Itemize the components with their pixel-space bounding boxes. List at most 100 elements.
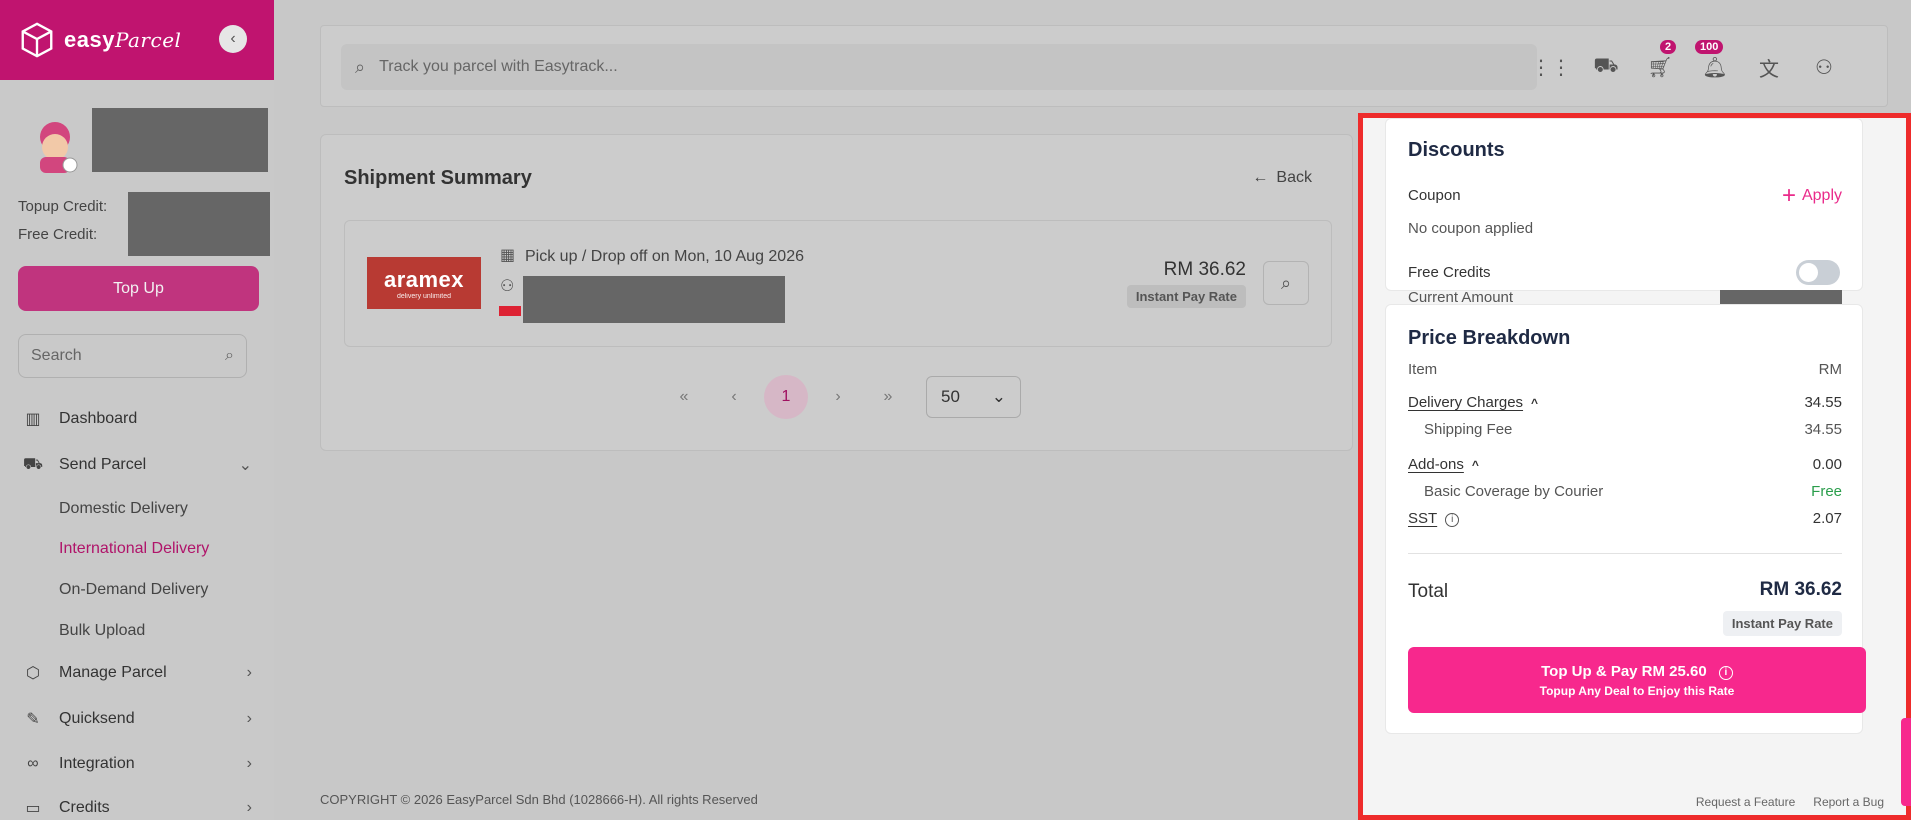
brand-header: easyParcel ‹ [0, 0, 274, 80]
sidebar-subitem-domestic-delivery[interactable]: Domestic Delivery [59, 500, 188, 518]
instant-pay-rate-badge: Instant Pay Rate [1126, 285, 1246, 308]
shipment-summary-card: Shipment Summary ← Back aramex delivery … [320, 134, 1353, 451]
sst-value: 2.07 [1812, 510, 1842, 527]
first-page-button[interactable]: « [664, 375, 704, 419]
top-up-button[interactable]: Top Up [18, 266, 259, 311]
basic-coverage-value: Free [1811, 483, 1842, 500]
top-bar: ⌕ Track you parcel with Easytrack... ⋮⋮ … [320, 25, 1888, 107]
search-icon: ⌕ [225, 347, 234, 364]
coupon-label: Coupon [1408, 187, 1461, 204]
page-button-current[interactable]: 1 [764, 375, 808, 419]
divider [1408, 553, 1842, 554]
brand-name: easyParcel [64, 27, 182, 52]
free-credits-toggle[interactable] [1796, 260, 1840, 285]
search-icon: ⌕ [355, 56, 366, 77]
chevron-down-icon: ⌄ [991, 387, 1006, 406]
sidebar-subitem-international-delivery[interactable]: International Delivery [59, 540, 209, 558]
apply-coupon-button[interactable]: + Apply [1782, 184, 1842, 208]
copyright-text: COPYRIGHT © 2026 EasyParcel Sdn Bhd (102… [320, 792, 758, 807]
back-label: Back [1276, 169, 1312, 186]
sidebar: easyParcel ‹ Topup Credit: Free Credit: … [0, 0, 274, 820]
sidebar-search-placeholder: Search [31, 347, 82, 364]
coupon-status: No coupon applied [1408, 220, 1534, 237]
sidebar-item-quicksend[interactable]: ✎ Quicksend › [22, 704, 252, 734]
sst-row[interactable]: SST i [1408, 510, 1460, 527]
cart-icon[interactable]: 🛒︎ 2 [1646, 40, 1677, 81]
price-breakdown-card: Price Breakdown Item RM Delivery Charges… [1385, 304, 1866, 734]
link-icon: ∞ [27, 755, 39, 772]
notification-count-badge: 100 [1695, 40, 1724, 54]
basic-coverage-label: Basic Coverage by Courier [1424, 483, 1604, 500]
top-up-and-pay-button[interactable]: Top Up & Pay RM 25.60 i Topup Any Deal t… [1408, 647, 1866, 713]
sidebar-item-credits[interactable]: ▭ Credits › [22, 793, 252, 820]
courier-logo: aramex delivery unlimited [367, 257, 481, 309]
last-page-button[interactable]: » [868, 375, 908, 419]
sidebar-subitem-bulk-upload[interactable]: Bulk Upload [59, 622, 145, 640]
user-name-redacted [92, 108, 268, 172]
sidebar-item-dashboard[interactable]: ▥ Dashboard [22, 404, 252, 434]
sidebar-item-manage-parcel[interactable]: ⬡ Manage Parcel › [22, 658, 252, 688]
pay-button-subtext: Topup Any Deal to Enjoy this Rate [1539, 683, 1735, 698]
track-parcel-input[interactable]: ⌕ Track you parcel with Easytrack... [341, 44, 1537, 90]
chevron-right-icon: › [246, 710, 252, 727]
bell-glyph: 🔔︎ [1702, 56, 1728, 79]
addons-value: 0.00 [1812, 456, 1842, 473]
addons-toggle[interactable]: Add-ons ^ [1408, 456, 1479, 473]
recipient-redacted [523, 276, 785, 323]
search-icon: ⌕ [1280, 272, 1292, 293]
report-bug-link[interactable]: Report a Bug [1813, 795, 1884, 809]
chevron-right-icon: › [246, 755, 252, 772]
avatar[interactable] [28, 117, 82, 175]
back-button[interactable]: ← Back [1252, 169, 1312, 187]
collapse-sidebar-button[interactable]: ‹ [219, 25, 247, 53]
apps-grid-icon[interactable]: ⋮⋮ [1531, 53, 1571, 81]
sidebar-item-label: Quicksend [59, 710, 135, 727]
shipment-details-button[interactable]: ⌕ [1263, 261, 1309, 305]
request-feature-link[interactable]: Request a Feature [1696, 795, 1795, 809]
pay-button-label: Top Up & Pay RM 25.60 i [1541, 663, 1733, 680]
box-icon: ⬡ [26, 665, 40, 682]
sst-label: SST [1408, 510, 1438, 527]
per-page-select[interactable]: 50 ⌄ [926, 376, 1021, 418]
edit-icon: ✎ [26, 711, 40, 728]
chevron-right-icon: › [246, 799, 252, 816]
brand-logo[interactable]: easyParcel [18, 21, 181, 59]
shipping-fee-label: Shipping Fee [1424, 421, 1513, 438]
delivery-charges-toggle[interactable]: Delivery Charges ^ [1408, 394, 1538, 411]
chevron-left-icon: ‹ [230, 30, 236, 47]
calendar-icon: ▦ [500, 247, 516, 264]
feedback-tab[interactable] [1901, 718, 1911, 806]
courier-name: aramex [383, 266, 465, 292]
item-header: Item [1408, 361, 1438, 378]
courier-tagline: delivery unlimited [396, 292, 452, 300]
wallet-icon: ▭ [25, 800, 41, 817]
track-placeholder: Track you parcel with Easytrack... [379, 58, 618, 75]
sidebar-subitem-on-demand-delivery[interactable]: On-Demand Delivery [59, 581, 208, 599]
shipment-row: aramex delivery unlimited ▦ Pick up / Dr… [344, 220, 1332, 347]
sidebar-item-integration[interactable]: ∞ Integration › [22, 749, 252, 779]
checkout-panel: Discounts Coupon + Apply No coupon appli… [1358, 113, 1911, 820]
delivery-charges-label: Delivery Charges [1408, 394, 1524, 411]
translate-icon[interactable]: 文 [1755, 53, 1783, 81]
shipment-summary-title: Shipment Summary [344, 167, 532, 189]
addons-label: Add-ons [1408, 456, 1464, 473]
credit-values-redacted [128, 192, 270, 256]
delivery-charges-value: 34.55 [1804, 394, 1842, 411]
pagination: « ‹ 1 › » 50 ⌄ [664, 375, 1021, 419]
sidebar-item-label: Dashboard [59, 410, 138, 427]
toggle-knob [1799, 263, 1818, 282]
cube-logo-icon [21, 22, 53, 58]
free-credit-label: Free Credit: [18, 226, 98, 243]
arrow-left-icon: ← [1252, 169, 1269, 186]
delivery-truck-icon[interactable]: ⛟ [1592, 53, 1620, 81]
sidebar-item-label: Send Parcel [59, 456, 147, 473]
sidebar-item-label: Credits [59, 799, 110, 816]
sidebar-search-input[interactable]: Search ⌕ [18, 334, 247, 378]
prev-page-button[interactable]: ‹ [714, 375, 754, 419]
apply-label: Apply [1801, 187, 1842, 204]
next-page-button[interactable]: › [818, 375, 858, 419]
sidebar-item-send-parcel[interactable]: ⛟ Send Parcel ⌄ [22, 450, 252, 480]
currency-header: RM [1818, 361, 1842, 378]
user-icon[interactable]: ⚇ [1810, 53, 1838, 81]
notification-icon[interactable]: 🔔︎ 100 [1695, 40, 1729, 81]
